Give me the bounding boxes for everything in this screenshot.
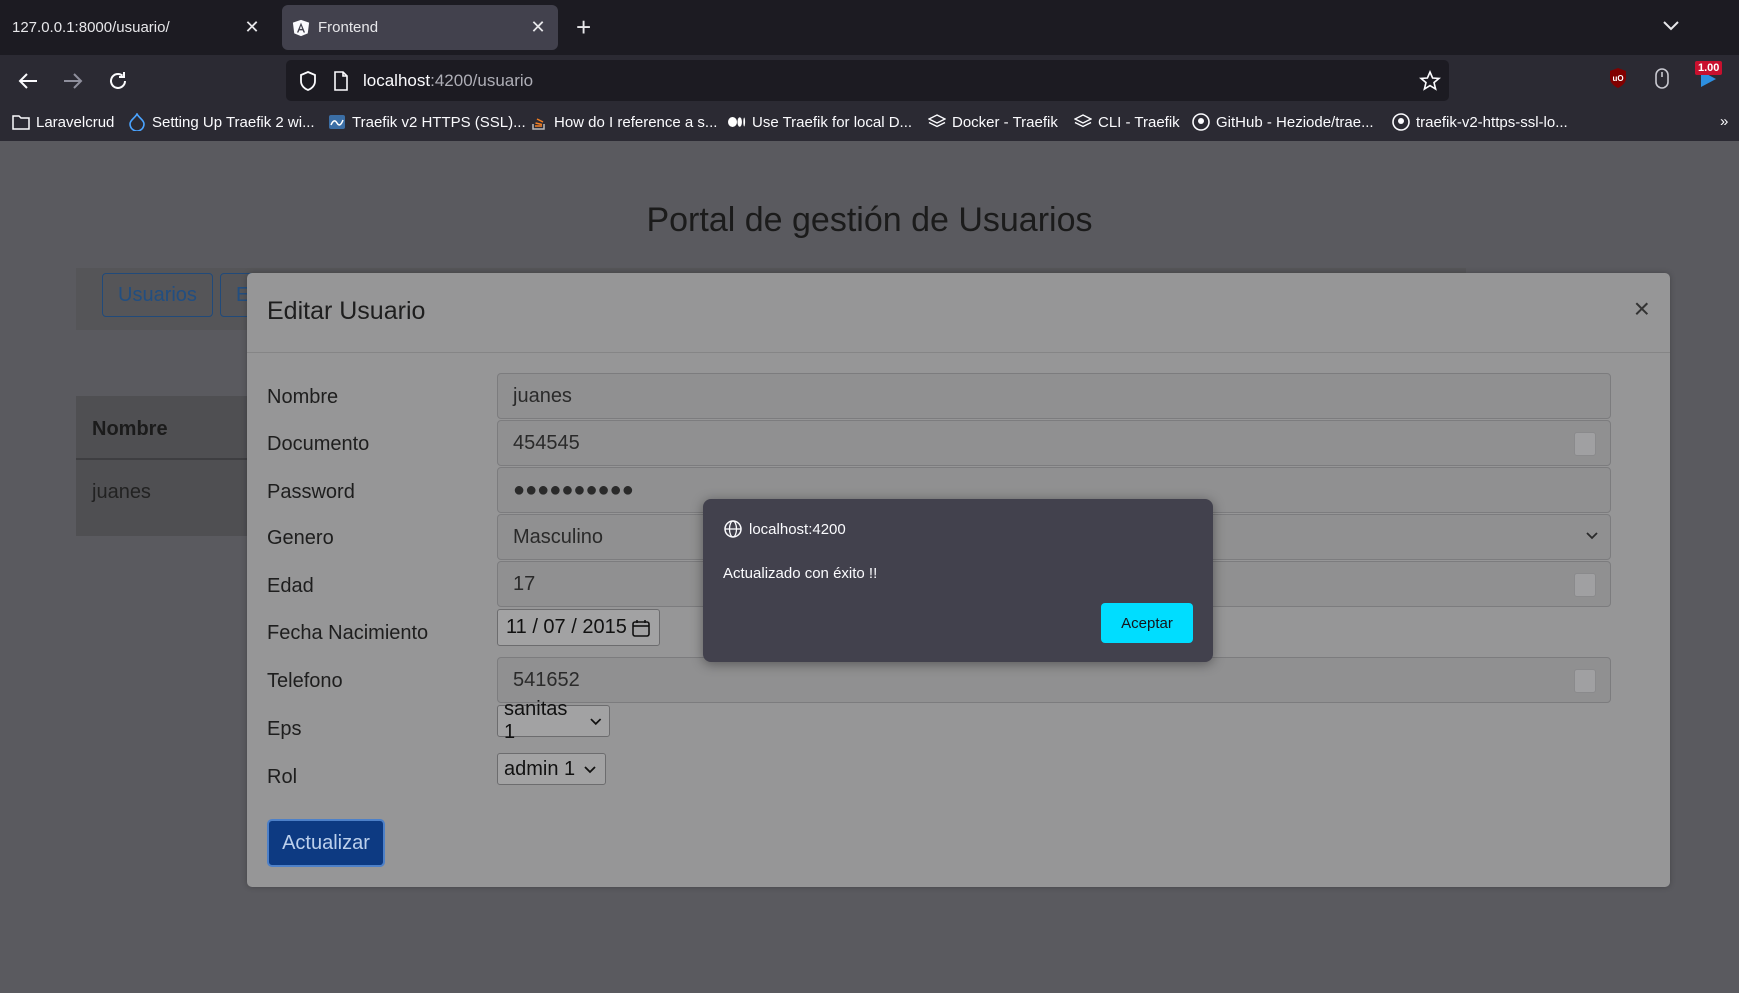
eps-select[interactable]: sanitas 1: [497, 698, 610, 743]
label-rol: Rol: [267, 766, 298, 788]
documento-input[interactable]: 454545: [497, 420, 1611, 466]
tab-usuario-api[interactable]: 127.0.0.1:8000/usuario/ ✕: [2, 5, 272, 50]
rol-select[interactable]: admin 1: [497, 753, 606, 785]
medium-icon: [728, 113, 746, 131]
site-icon: [328, 113, 346, 131]
table-header-nombre: Nombre: [92, 418, 168, 440]
bookmark-traefik-setup[interactable]: Setting Up Traefik 2 wi...: [128, 113, 315, 131]
bookmark-traefik-https[interactable]: Traefik v2 HTTPS (SSL)...: [328, 113, 526, 131]
bookmarks-toolbar: Laravelcrud Setting Up Traefik 2 wi... T…: [0, 107, 1739, 141]
close-tab-icon[interactable]: ✕: [242, 17, 262, 38]
alert-origin: localhost:4200: [723, 519, 846, 539]
label-nombre: Nombre: [267, 386, 339, 408]
close-tab-icon[interactable]: ✕: [528, 17, 548, 38]
reload-button[interactable]: [102, 65, 134, 97]
bookmark-medium[interactable]: Use Traefik for local D...: [728, 113, 912, 131]
modal-close-button[interactable]: ×: [1634, 295, 1650, 323]
list-all-tabs-icon[interactable]: [1660, 14, 1682, 36]
chevron-down-icon: [590, 718, 602, 726]
shield-icon[interactable]: [298, 70, 318, 92]
chevron-down-icon: [1586, 532, 1598, 540]
calendar-icon[interactable]: [631, 618, 651, 638]
tab-title: Frontend: [318, 19, 379, 36]
mouse-extension-icon[interactable]: [1652, 67, 1672, 91]
bookmark-traefik-v2-repo[interactable]: traefik-v2-https-ssl-lo...: [1392, 113, 1568, 131]
globe-icon: [724, 520, 742, 538]
bookmark-github-heziode[interactable]: GitHub - Heziode/trae...: [1192, 113, 1374, 131]
chevron-down-icon: [584, 766, 596, 774]
navigation-toolbar: localhost:4200/usuario uO 1.00: [0, 55, 1739, 107]
page-icon: [334, 71, 348, 91]
number-spinner[interactable]: [1574, 432, 1596, 456]
users-table: [76, 396, 256, 536]
tab-title: 127.0.0.1:8000/usuario/: [12, 19, 170, 36]
more-bookmarks-button[interactable]: »: [1720, 113, 1728, 130]
label-documento: Documento: [267, 433, 370, 455]
number-spinner[interactable]: [1574, 669, 1596, 693]
ublock-origin-icon[interactable]: uO: [1608, 67, 1628, 89]
traefik-layers-icon: [928, 113, 946, 131]
table-cell-nombre: juanes: [92, 481, 151, 503]
alert-origin-text: localhost:4200: [749, 520, 846, 538]
folder-icon: [12, 113, 30, 131]
bookmark-cli-traefik[interactable]: CLI - Traefik: [1074, 113, 1180, 131]
label-edad: Edad: [267, 575, 314, 597]
label-genero: Genero: [267, 527, 334, 549]
drupal-icon: [128, 113, 146, 131]
forward-arrow-icon: [64, 73, 83, 89]
label-password: Password: [267, 481, 355, 503]
forward-button[interactable]: [57, 65, 89, 97]
tab-frontend[interactable]: Frontend ✕: [282, 5, 558, 50]
extension-badge: 1.00: [1695, 61, 1723, 75]
bookmark-star-icon[interactable]: [1419, 70, 1441, 92]
label-telefono: Telefono: [267, 670, 343, 692]
back-button[interactable]: [12, 65, 44, 97]
fecha-nacimiento-input[interactable]: 11 / 07 / 2015: [497, 609, 660, 646]
nombre-input[interactable]: juanes: [497, 373, 1611, 419]
modal-header: Editar Usuario ×: [247, 273, 1670, 353]
alert-dialog: localhost:4200 Actualizado con éxito !! …: [703, 499, 1213, 662]
url-text[interactable]: localhost:4200/usuario: [363, 71, 533, 91]
stackoverflow-icon: [530, 113, 548, 131]
modal-title: Editar Usuario: [267, 297, 426, 325]
svg-text:uO: uO: [1612, 74, 1623, 83]
label-fecha-nacimiento: Fecha Nacimiento: [267, 622, 429, 644]
github-icon: [1392, 113, 1410, 131]
page-title: Portal de gestión de Usuarios: [646, 201, 1093, 239]
tab-bar: 127.0.0.1:8000/usuario/ ✕ Frontend ✕ +: [0, 0, 1739, 55]
bookmark-stackoverflow[interactable]: How do I reference a s...: [530, 113, 717, 131]
chevron-double-right-icon: »: [1720, 113, 1729, 130]
label-eps: Eps: [267, 718, 302, 740]
extension-badge-button[interactable]: 1.00: [1695, 61, 1739, 95]
bookmark-docker-traefik[interactable]: Docker - Traefik: [928, 113, 1058, 131]
alert-message: Actualizado con éxito !!: [723, 565, 878, 582]
back-arrow-icon: [18, 73, 37, 89]
tab-usuarios[interactable]: Usuarios: [102, 273, 213, 317]
number-spinner[interactable]: [1574, 573, 1596, 597]
telefono-input[interactable]: 541652: [497, 657, 1611, 703]
reload-icon: [110, 72, 126, 89]
table-divider: [76, 458, 256, 460]
github-icon: [1192, 113, 1210, 131]
aceptar-button[interactable]: Aceptar: [1101, 603, 1193, 643]
bookmark-laravelcrud[interactable]: Laravelcrud: [12, 113, 114, 131]
new-tab-button[interactable]: +: [576, 12, 591, 42]
traefik-layers-icon: [1074, 113, 1092, 131]
address-bar[interactable]: localhost:4200/usuario: [286, 60, 1449, 101]
angular-icon: [292, 19, 310, 36]
actualizar-button[interactable]: Actualizar: [267, 819, 385, 867]
